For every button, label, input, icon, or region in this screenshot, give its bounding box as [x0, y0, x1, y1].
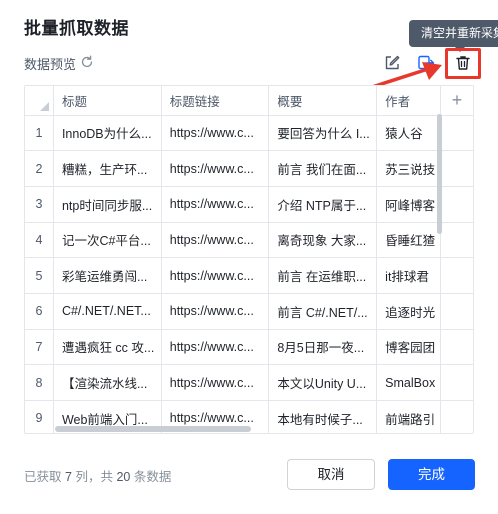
cell-empty: [440, 400, 473, 433]
status-mid: 列，共: [75, 470, 113, 484]
cell-summary[interactable]: 离奇现象 大家...: [268, 222, 378, 259]
status-suffix: 条数据: [133, 470, 172, 484]
cell-empty: [440, 222, 473, 259]
cell-title[interactable]: C#/.NET/.NET...: [53, 293, 162, 330]
status-text: 已获取 7 列，共 20 条数据: [24, 466, 171, 485]
cell-empty: [440, 329, 473, 366]
cell-title-link[interactable]: https://www.c...: [161, 364, 270, 401]
columns-count: 7: [65, 470, 72, 484]
vertical-scrollbar[interactable]: [437, 114, 442, 234]
column-header-summary[interactable]: 概要: [268, 86, 378, 116]
table-header-row: 标题 标题链接 概要 作者 +: [25, 86, 473, 116]
rows-count: 20: [116, 470, 131, 484]
cell-summary[interactable]: 前言 在运维职...: [268, 257, 378, 294]
cell-empty: [440, 186, 473, 223]
cell-title[interactable]: InnoDB为什么...: [53, 115, 162, 152]
cell-title[interactable]: 糟糕，生产环...: [53, 150, 162, 187]
cell-summary[interactable]: 8月5日那一夜...: [268, 329, 378, 366]
cell-author[interactable]: 追逐时光: [376, 293, 442, 330]
cancel-button[interactable]: 取消: [287, 459, 375, 490]
table-row[interactable]: 1 InnoDB为什么... https://www.c... 要回答为什么 I...…: [25, 115, 473, 152]
cell-author[interactable]: it排球君: [376, 257, 442, 294]
add-column-button[interactable]: +: [440, 86, 473, 116]
cell-title-link[interactable]: https://www.c...: [161, 257, 270, 294]
cell-summary[interactable]: 前言 C#/.NET/...: [268, 293, 378, 330]
dialog-title: 批量抓取数据: [24, 19, 129, 38]
clear-recollect-tooltip: 清空并重新采集: [409, 20, 498, 47]
annotation-highlight-box: [445, 48, 481, 79]
cell-empty: [440, 293, 473, 330]
cell-title-link[interactable]: https://www.c...: [161, 150, 270, 187]
cell-summary[interactable]: 介绍 NTP属于...: [268, 186, 378, 223]
cell-author[interactable]: 博客园团: [376, 329, 442, 366]
cell-author[interactable]: 猿人谷: [376, 115, 442, 152]
cell-title[interactable]: 【渲染流水线...: [53, 364, 162, 401]
cell-empty: [440, 364, 473, 401]
cell-summary[interactable]: 前言 我们在面...: [268, 150, 378, 187]
cell-author[interactable]: 前端路引: [376, 400, 442, 433]
table-row[interactable]: 6 C#/.NET/.NET... https://www.c... 前言 C#/.N…: [25, 293, 473, 330]
row-number[interactable]: 8: [25, 364, 54, 401]
done-button[interactable]: 完成: [388, 459, 475, 490]
table-row[interactable]: 8 【渲染流水线... https://www.c... 本文以Unity U... S…: [25, 364, 473, 401]
data-preview-label: 数据预览: [24, 57, 77, 72]
cell-title[interactable]: 彩笔运维勇闯...: [53, 257, 162, 294]
column-header-title[interactable]: 标题: [53, 86, 162, 116]
cell-empty: [440, 257, 473, 294]
row-number[interactable]: 7: [25, 329, 54, 366]
row-number[interactable]: 2: [25, 150, 54, 187]
select-all-corner[interactable]: [25, 86, 54, 116]
row-number[interactable]: 9: [25, 400, 54, 433]
refresh-icon[interactable]: [80, 55, 94, 69]
cell-empty: [440, 150, 473, 187]
cell-title-link[interactable]: https://www.c...: [161, 115, 270, 152]
cell-title-link[interactable]: https://www.c...: [161, 329, 270, 366]
table-row[interactable]: 2 糟糕，生产环... https://www.c... 前言 我们在面... 苏三说技: [25, 150, 473, 187]
cell-title[interactable]: ntp时间同步服...: [53, 186, 162, 223]
cell-summary[interactable]: 本文以Unity U...: [268, 364, 378, 401]
cell-author[interactable]: 昏睡红猹: [376, 222, 442, 259]
table-row[interactable]: 7 遭遇疯狂 cc 攻... https://www.c... 8月5日那一夜... 博…: [25, 329, 473, 366]
cell-empty: [440, 115, 473, 152]
table-row[interactable]: 3 ntp时间同步服... https://www.c... 介绍 NTP属于... 阿…: [25, 186, 473, 223]
cell-title[interactable]: 记一次C#平台...: [53, 222, 162, 259]
cell-title-link[interactable]: https://www.c...: [161, 222, 270, 259]
table-row[interactable]: 4 记一次C#平台... https://www.c... 离奇现象 大家... 昏睡红…: [25, 222, 473, 259]
status-prefix: 已获取: [24, 470, 62, 484]
row-number[interactable]: 5: [25, 257, 54, 294]
cell-title-link[interactable]: https://www.c...: [161, 293, 270, 330]
row-number[interactable]: 4: [25, 222, 54, 259]
cell-author[interactable]: SmalBox: [376, 364, 442, 401]
batch-scrape-dialog: 批量抓取数据 清空并重新采集 数据预览 标题 标题链接 概要 作者 + 1 In…: [0, 0, 498, 514]
data-preview-table: 标题 标题链接 概要 作者 + 1 InnoDB为什么... https://www…: [24, 85, 474, 434]
cell-title-link[interactable]: https://www.c...: [161, 186, 270, 223]
cell-summary[interactable]: 本地有时候子...: [268, 400, 378, 433]
cell-title[interactable]: 遭遇疯狂 cc 攻...: [53, 329, 162, 366]
cell-author[interactable]: 苏三说技: [376, 150, 442, 187]
cell-author[interactable]: 阿峰博客: [376, 186, 442, 223]
row-number[interactable]: 3: [25, 186, 54, 223]
table-row[interactable]: 5 彩笔运维勇闯... https://www.c... 前言 在运维职... it排球…: [25, 257, 473, 294]
column-header-title-link[interactable]: 标题链接: [161, 86, 270, 116]
row-number[interactable]: 6: [25, 293, 54, 330]
horizontal-scrollbar[interactable]: [55, 426, 251, 432]
column-header-author[interactable]: 作者: [376, 86, 442, 116]
cell-summary[interactable]: 要回答为什么 I...: [268, 115, 378, 152]
row-number[interactable]: 1: [25, 115, 54, 152]
